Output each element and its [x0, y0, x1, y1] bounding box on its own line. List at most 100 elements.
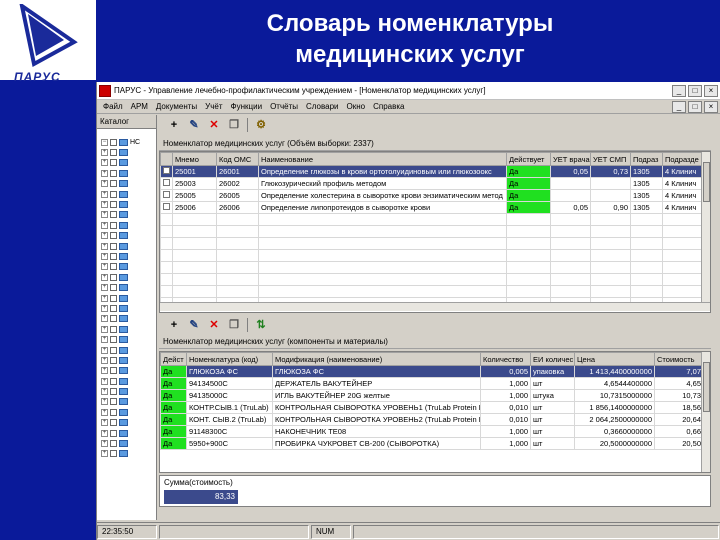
tree-checkbox[interactable]	[110, 232, 117, 240]
tree-item[interactable]: +	[97, 355, 156, 365]
tree-item[interactable]: +	[97, 314, 156, 324]
delete-icon[interactable]: ✕	[207, 118, 221, 132]
tree-item[interactable]: +	[97, 334, 156, 344]
expand-icon[interactable]: +	[101, 388, 108, 396]
tree-checkbox[interactable]	[110, 377, 117, 385]
grid2-column-header[interactable]: Количество	[480, 352, 531, 366]
tree-checkbox[interactable]	[110, 346, 117, 354]
expand-icon[interactable]: +	[101, 325, 108, 333]
expand-icon[interactable]: +	[101, 180, 108, 188]
edit-icon[interactable]: ✎	[187, 118, 201, 132]
tree-item[interactable]: +	[97, 189, 156, 199]
tree-checkbox[interactable]	[110, 263, 117, 271]
close-button[interactable]: ×	[704, 84, 718, 97]
menu-dictionaries[interactable]: Словари	[302, 102, 343, 111]
grid2-column-header[interactable]: Номенклатура (код)	[186, 352, 273, 366]
tree-checkbox[interactable]	[110, 388, 117, 396]
grid1-column-header[interactable]: УЕТ СМП	[590, 152, 631, 166]
tree-checkbox[interactable]	[110, 294, 117, 302]
menu-file[interactable]: Файл	[99, 102, 127, 111]
expand-icon[interactable]: +	[101, 252, 108, 260]
tree-checkbox[interactable]	[110, 450, 117, 458]
tree-checkbox[interactable]	[110, 169, 117, 177]
maximize-button[interactable]: □	[688, 84, 702, 97]
row-checkbox[interactable]	[160, 177, 173, 190]
table-row[interactable]: 25006 26006 Определение липопротеидов в сы…	[160, 201, 704, 214]
grid2-column-header[interactable]: ЕИ количес	[530, 352, 575, 366]
grid2-column-header[interactable]: Стоимость	[654, 352, 704, 366]
expand-icon[interactable]: +	[101, 419, 108, 427]
tree-checkbox[interactable]	[110, 159, 117, 167]
expand-icon[interactable]: +	[101, 408, 108, 416]
tree-item[interactable]: +	[97, 397, 156, 407]
tree-item[interactable]: +	[97, 199, 156, 209]
grid1-column-header[interactable]: Код ОМС	[216, 152, 259, 166]
table-row[interactable]: Да 94134500С ДЕРЖАТЕЛЬ ВАКУТЕЙНЕР 1,000 шт 4,…	[160, 377, 704, 390]
expand-icon[interactable]: +	[101, 273, 108, 281]
menu-functions[interactable]: Функции	[227, 102, 267, 111]
expand-icon[interactable]: +	[101, 294, 108, 302]
grid2-column-header[interactable]: Цена	[574, 352, 655, 366]
grid1-column-header[interactable]: Наименование	[258, 152, 507, 166]
expand-icon[interactable]: −	[101, 138, 108, 146]
table-row[interactable]: 25003 26002 Глюкозурический профиль методо…	[160, 177, 704, 190]
expand-icon[interactable]: +	[101, 169, 108, 177]
grid2-column-header[interactable]: Модификация (наименование)	[272, 352, 481, 366]
tree-item[interactable]: +	[97, 303, 156, 313]
mdi-close-button[interactable]: ×	[704, 100, 718, 113]
tree-checkbox[interactable]	[110, 419, 117, 427]
tree-item[interactable]: +	[97, 293, 156, 303]
expand-icon[interactable]: +	[101, 429, 108, 437]
tree-checkbox[interactable]	[110, 398, 117, 406]
menu-arm[interactable]: АРМ	[127, 102, 152, 111]
tree-item[interactable]: +	[97, 428, 156, 438]
tree-checkbox[interactable]	[110, 304, 117, 312]
tree-checkbox[interactable]	[110, 180, 117, 188]
tree-checkbox[interactable]	[110, 440, 117, 448]
menu-reports[interactable]: Отчёты	[266, 102, 302, 111]
tree-item[interactable]: +	[97, 345, 156, 355]
expand-icon[interactable]: +	[101, 159, 108, 167]
table-row[interactable]: 25001 26001 Определение глюкозы в крови ор…	[160, 165, 704, 178]
tree-checkbox[interactable]	[110, 325, 117, 333]
expand-icon[interactable]: +	[101, 336, 108, 344]
tree-checkbox[interactable]	[110, 138, 117, 146]
tree-checkbox[interactable]	[110, 211, 117, 219]
expand-icon[interactable]: +	[101, 149, 108, 157]
table-row[interactable]: Да 91148300С НАКОНЕЧНИК ТЕ08 1,000 шт 0,36600…	[160, 425, 704, 438]
tree-checkbox[interactable]	[110, 242, 117, 250]
grid1-column-header[interactable]: УЕТ врача	[550, 152, 591, 166]
tree-checkbox[interactable]	[110, 429, 117, 437]
tree-item[interactable]: +	[97, 386, 156, 396]
tree-item[interactable]: +	[97, 147, 156, 157]
tree-item[interactable]: +	[97, 438, 156, 448]
expand-icon[interactable]: +	[101, 201, 108, 209]
menu-window[interactable]: Окно	[343, 102, 370, 111]
row-checkbox[interactable]	[160, 201, 173, 214]
grid2-column-header[interactable]: Дейст	[160, 352, 187, 366]
tree-checkbox[interactable]	[110, 367, 117, 375]
grid1-column-header[interactable]: Мнемо	[172, 152, 217, 166]
catalog-tab[interactable]: Каталог	[97, 115, 156, 129]
grid1-horizontal-scrollbar[interactable]	[160, 302, 710, 311]
expand-icon[interactable]: +	[101, 440, 108, 448]
expand-icon[interactable]: +	[101, 367, 108, 375]
tree-item[interactable]: +	[97, 418, 156, 428]
delete-icon[interactable]: ✕	[207, 318, 221, 332]
expand-icon[interactable]: +	[101, 284, 108, 292]
row-checkbox[interactable]	[160, 189, 173, 202]
expand-icon[interactable]: +	[101, 304, 108, 312]
expand-icon[interactable]: +	[101, 346, 108, 354]
tree-checkbox[interactable]	[110, 190, 117, 198]
expand-icon[interactable]: +	[101, 315, 108, 323]
tree-item[interactable]: +	[97, 210, 156, 220]
tree-checkbox[interactable]	[110, 201, 117, 209]
grid1-column-header[interactable]	[160, 152, 173, 166]
tree-checkbox[interactable]	[110, 252, 117, 260]
tree-item[interactable]: +	[97, 168, 156, 178]
expand-icon[interactable]: +	[101, 221, 108, 229]
expand-icon[interactable]: +	[101, 263, 108, 271]
table-row[interactable]: Да КОНТР.СЫВ.1 (TruLab) КОНТРОЛЬНАЯ СЫВОРО…	[160, 401, 704, 414]
grid2-vertical-scrollbar[interactable]	[701, 352, 710, 472]
expand-icon[interactable]: +	[101, 232, 108, 240]
